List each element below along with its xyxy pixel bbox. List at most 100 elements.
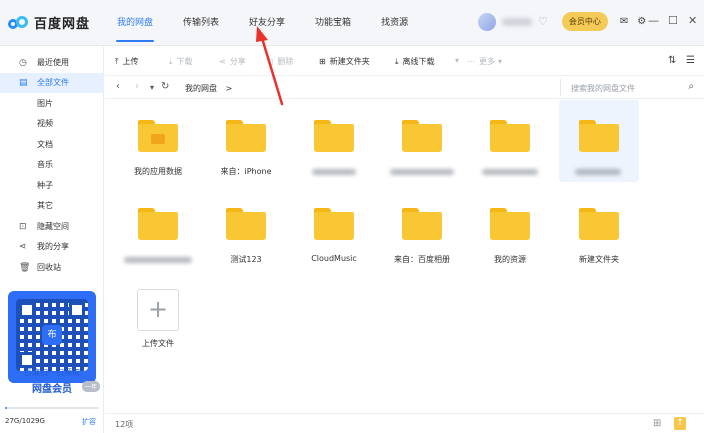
- delete-button[interactable]: ▯ 删除: [269, 56, 293, 67]
- file-item[interactable]: 来自：百度相册: [382, 188, 462, 270]
- folder-icon: [314, 208, 354, 240]
- expand-storage-link[interactable]: 扩容: [82, 417, 96, 427]
- sidebar-item-all-files[interactable]: ▤ 全部文件: [0, 73, 104, 93]
- trash-icon: 🗑: [19, 263, 31, 273]
- sidebar-item-torrents[interactable]: 种子: [0, 176, 104, 196]
- file-name-blurred: [482, 169, 538, 175]
- folder-icon: [402, 208, 442, 240]
- sidebar-item-label: 隐藏空间: [37, 222, 69, 231]
- folder-icon: [579, 208, 619, 240]
- tab-transfer-list[interactable]: 传输列表: [174, 0, 228, 46]
- download-button[interactable]: ⤓ 下载: [169, 56, 193, 67]
- trash-icon: ▯: [269, 57, 274, 66]
- app-folder-icon: [138, 120, 178, 152]
- grid-view-icon[interactable]: ⊞: [653, 418, 661, 429]
- more-button[interactable]: ⋯ 更多 ▾: [467, 56, 502, 67]
- path-bar: ‹ › ▾ ↻ 我的网盘 > 搜索我的网盘文件 ⌕: [105, 75, 704, 99]
- tab-friend-share[interactable]: 好友分享: [240, 0, 294, 46]
- search-box[interactable]: 搜索我的网盘文件 ⌕: [560, 79, 698, 96]
- upload-file-label: 上传文件: [142, 339, 174, 348]
- file-item[interactable]: [470, 100, 550, 182]
- offline-download-button[interactable]: ⤓ 离线下载: [395, 56, 435, 67]
- search-icon[interactable]: ⌕: [688, 81, 694, 92]
- list-view-icon[interactable]: ☰: [686, 55, 695, 66]
- qr-code-image: 布: [16, 299, 88, 371]
- vip-center-button[interactable]: 会员中心: [561, 12, 608, 31]
- back-icon[interactable]: ‹: [116, 81, 120, 92]
- scroll-to-top-icon[interactable]: ↑: [674, 417, 686, 430]
- title-bar: 百度网盘 我的网盘 传输列表 好友分享 功能宝箱 找资源 ♡ 会员中心 ✉ ⚙ …: [0, 0, 704, 46]
- sidebar-item-hidden-space[interactable]: ⊡ 隐藏空间: [0, 217, 104, 237]
- sidebar-item-images[interactable]: 图片: [0, 94, 104, 114]
- sidebar-item-videos[interactable]: 视频: [0, 114, 104, 134]
- refresh-icon[interactable]: ↻: [161, 81, 169, 92]
- more-icon: ⋯: [467, 57, 475, 66]
- download-label: 下载: [176, 57, 193, 66]
- sidebar-item-recent[interactable]: ◷ 最近使用: [0, 53, 104, 73]
- sort-icon[interactable]: ⇅: [668, 55, 676, 66]
- share-button[interactable]: ⋖ 分享: [219, 56, 246, 67]
- sidebar-item-others[interactable]: 其它: [0, 196, 104, 216]
- file-item[interactable]: 来自：iPhone: [206, 100, 286, 182]
- file-name-blurred: [312, 169, 356, 175]
- new-folder-icon: ⊞: [319, 57, 326, 66]
- sidebar-item-documents[interactable]: 文档: [0, 135, 104, 155]
- tab-find-resources[interactable]: 找资源: [372, 0, 417, 46]
- file-item[interactable]: CloudMusic: [294, 188, 374, 270]
- close-icon[interactable]: ✕: [688, 14, 697, 27]
- maximize-icon[interactable]: ☐: [668, 14, 678, 27]
- sidebar: ◷ 最近使用 ▤ 全部文件 图片 视频 文档 音乐 种子 其它 ⊡ 隐藏空间 ⋖ 我的分…: [0, 47, 104, 433]
- heart-icon[interactable]: ♡: [538, 15, 548, 28]
- sidebar-item-label: 我的分享: [37, 242, 69, 251]
- file-name-blurred: [575, 169, 621, 175]
- file-item[interactable]: 我的应用数据: [118, 100, 198, 182]
- plus-icon: +: [147, 295, 169, 323]
- forward-icon[interactable]: ›: [135, 81, 139, 92]
- upload-button[interactable]: ⤒ 上传: [115, 56, 139, 67]
- app-logo: 百度网盘: [8, 13, 90, 32]
- tab-toolbox[interactable]: 功能宝箱: [306, 0, 360, 46]
- sidebar-item-label: 图片: [37, 99, 53, 108]
- toolbar: ⤒ 上传 ⤓ 下载 ⋖ 分享 ▯ 删除 ⊞ 新建文件夹 ⤓ 离线下载 ▾ ⋯ 更多 ▾ ⇅ ☰: [105, 47, 704, 75]
- file-item[interactable]: 测试123: [206, 188, 286, 270]
- avatar[interactable]: [478, 12, 496, 31]
- dropdown-arrow-icon[interactable]: ▾: [455, 56, 459, 65]
- folder-icon: [490, 208, 530, 240]
- breadcrumb-item[interactable]: 我的网盘: [185, 84, 217, 93]
- file-item[interactable]: 新建文件夹: [559, 188, 639, 270]
- folder-icon: [314, 120, 354, 152]
- file-grid: 我的应用数据 来自：iPhone 测试123 CloudMusic 来自：百度相…: [105, 100, 704, 412]
- download-icon: ⤓: [169, 57, 173, 66]
- history-dropdown-icon[interactable]: ▾: [150, 83, 154, 92]
- sidebar-item-recycle-bin[interactable]: 🗑 回收站: [0, 258, 104, 278]
- file-item[interactable]: [294, 100, 374, 182]
- baidu-logo-icon: 布: [42, 325, 62, 345]
- file-name-blurred: [124, 257, 192, 263]
- search-input[interactable]: 搜索我的网盘文件: [571, 83, 635, 94]
- file-item[interactable]: [559, 100, 639, 182]
- sidebar-item-music[interactable]: 音乐: [0, 155, 104, 175]
- tab-my-disk[interactable]: 我的网盘: [108, 0, 162, 46]
- breadcrumb: 我的网盘 >: [185, 83, 232, 94]
- folder-icon: [490, 120, 530, 152]
- mail-icon[interactable]: ✉: [620, 16, 628, 27]
- upload-icon: ⤒: [115, 57, 119, 66]
- file-name: 来自：iPhone: [220, 167, 272, 176]
- new-folder-button[interactable]: ⊞ 新建文件夹: [319, 56, 370, 67]
- share-icon: ⋖: [19, 242, 27, 252]
- status-bar: 12项 ⊞ ↑: [105, 413, 704, 433]
- settings-icon[interactable]: ⚙: [637, 16, 646, 27]
- file-name: 来自：百度相册: [394, 255, 450, 264]
- sidebar-item-label: 回收站: [37, 263, 61, 272]
- minimize-icon[interactable]: —: [648, 14, 659, 27]
- username-blurred[interactable]: [502, 17, 532, 26]
- main-nav: 我的网盘 传输列表 好友分享 功能宝箱 找资源: [108, 0, 429, 46]
- file-item[interactable]: [118, 188, 198, 270]
- lock-icon: ⊡: [19, 222, 27, 232]
- upload-file-tile[interactable]: +: [137, 289, 179, 331]
- file-item[interactable]: [382, 100, 462, 182]
- file-name: 新建文件夹: [579, 255, 619, 264]
- promo-caption: 百度扫一扫领取: [24, 368, 80, 377]
- file-item[interactable]: 我的资源: [470, 188, 550, 270]
- sidebar-item-my-shares[interactable]: ⋖ 我的分享: [0, 237, 104, 257]
